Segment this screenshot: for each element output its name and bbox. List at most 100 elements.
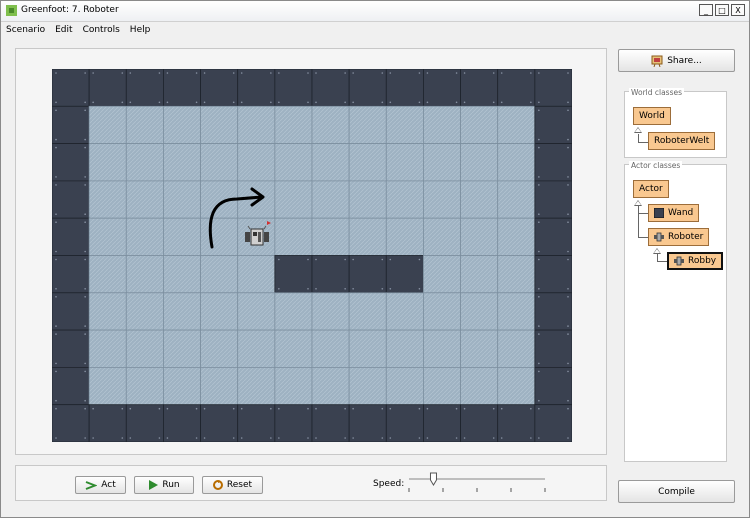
wall-tile <box>385 255 424 294</box>
wall-rivet <box>195 407 198 410</box>
wall-tile <box>534 292 572 331</box>
floor-tile <box>237 366 276 406</box>
wall-rivet <box>307 258 309 261</box>
wall-rivet <box>92 72 94 74</box>
wall-rivet <box>567 399 569 402</box>
wall-rivet <box>455 407 458 410</box>
wall-rivet <box>538 362 540 365</box>
inheritance-line <box>638 142 648 143</box>
floor-tile <box>497 329 536 368</box>
class-wand[interactable]: Wand <box>648 204 700 222</box>
inheritance-arrow-icon <box>634 127 642 133</box>
wall-rivet <box>55 101 57 104</box>
wall-rivet <box>195 72 198 74</box>
wall-tile <box>311 69 350 107</box>
wall-rivet <box>538 146 540 149</box>
floor-tile <box>460 180 499 219</box>
wall-rivet <box>55 296 57 298</box>
wall-rivet <box>84 325 86 327</box>
wall-tile <box>385 69 424 107</box>
menu-edit[interactable]: Edit <box>50 22 77 38</box>
wall-rivet <box>195 101 198 104</box>
run-button[interactable]: Run <box>134 476 194 494</box>
wall-rivet <box>492 101 495 104</box>
compile-button[interactable]: Compile <box>618 480 735 503</box>
wall-rivet <box>567 213 569 215</box>
wall-rivet <box>84 399 86 402</box>
wall-rivet <box>426 72 429 74</box>
floor-tile <box>460 255 499 294</box>
wall-rivet <box>538 437 540 439</box>
wall-rivet <box>315 407 317 410</box>
class-world[interactable]: World <box>633 107 671 125</box>
world-view[interactable] <box>52 69 572 442</box>
wall-rivet <box>166 437 169 439</box>
floor-tile <box>348 217 387 256</box>
floor-tile <box>163 180 201 219</box>
wall-rivet <box>492 72 495 74</box>
wall-rivet <box>492 407 495 410</box>
minimize-button[interactable]: _ <box>699 4 713 16</box>
wall-tile <box>52 143 90 182</box>
wall-rivet <box>158 101 161 104</box>
floor-tile <box>163 105 201 144</box>
speed-slider-thumb[interactable] <box>429 472 437 486</box>
wall-rivet <box>84 176 86 178</box>
wall-tile <box>52 329 90 368</box>
wall-rivet <box>418 437 421 439</box>
wall-rivet <box>567 176 569 178</box>
wall-rivet <box>500 101 503 104</box>
menu-scenario[interactable]: Scenario <box>1 22 50 38</box>
wall-tile <box>534 180 572 219</box>
floor-tile <box>460 366 499 406</box>
speed-label: Speed: <box>373 479 405 489</box>
wall-rivet <box>278 101 280 104</box>
wall-rivet <box>389 288 392 290</box>
floor-tile <box>200 329 239 368</box>
wall-rivet <box>121 101 124 104</box>
speed-slider[interactable] <box>407 471 549 497</box>
wall-tile <box>52 255 90 294</box>
wall-rivet <box>203 101 206 104</box>
wall-tile <box>274 255 313 294</box>
wall-rivet <box>418 288 421 290</box>
class-robby[interactable]: Robby <box>667 252 724 270</box>
wall-rivet <box>158 407 161 410</box>
wall-rivet <box>315 101 317 104</box>
floor-tile <box>88 292 127 331</box>
wall-rivet <box>278 437 280 439</box>
wall-rivet <box>426 101 429 104</box>
share-button[interactable]: Share... <box>618 49 735 72</box>
wall-rivet <box>55 407 57 410</box>
floor-tile <box>311 217 350 256</box>
wall-tile <box>200 69 239 107</box>
wall-tile <box>52 404 90 442</box>
wall-rivet <box>315 288 317 290</box>
share-label: Share... <box>667 55 702 66</box>
floor-tile <box>237 143 276 182</box>
floor-tile <box>125 292 164 331</box>
wall-rivet <box>500 72 503 74</box>
floor-tile <box>237 105 276 144</box>
close-button[interactable]: X <box>731 4 745 16</box>
maximize-button[interactable]: □ <box>715 4 729 16</box>
wall-tile <box>52 180 90 219</box>
menu-controls[interactable]: Controls <box>78 22 125 38</box>
act-button[interactable]: Act <box>75 476 126 494</box>
wall-rivet <box>240 72 243 74</box>
wall-rivet <box>84 184 86 186</box>
floor-tile <box>497 143 536 182</box>
reset-button[interactable]: Reset <box>202 476 263 494</box>
floor-tile <box>125 105 164 144</box>
class-roboterwelt[interactable]: RoboterWelt <box>648 132 716 150</box>
wall-rivet <box>538 176 540 178</box>
greenfoot-app-icon <box>6 5 17 16</box>
wall-rivet <box>158 437 161 439</box>
class-roboter[interactable]: Roboter <box>648 228 710 246</box>
wall-rivet <box>344 407 346 410</box>
wall-rivet <box>307 437 309 439</box>
wall-tile <box>534 404 572 442</box>
wall-rivet <box>278 288 280 290</box>
menu-help[interactable]: Help <box>125 22 156 38</box>
class-actor[interactable]: Actor <box>633 180 669 198</box>
